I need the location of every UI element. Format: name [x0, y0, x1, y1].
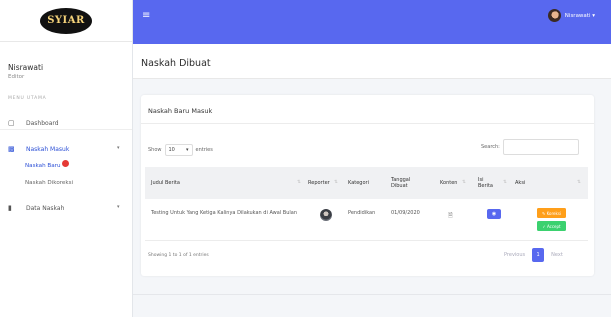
accept-button[interactable]: ✓ Accept: [537, 221, 566, 231]
sidebar-item-dashboard[interactable]: ▢ Dashboard: [8, 119, 59, 127]
user-block: Nisrawati Editor: [0, 42, 132, 130]
koreksi-label: Koreksi: [546, 210, 562, 216]
cell-tanggal: 01/09/2020: [391, 210, 420, 216]
sort-icon[interactable]: ⇅: [334, 180, 338, 185]
column-judul-berita[interactable]: Judul Berita: [151, 167, 180, 199]
table-row: Testing Untuk Yang Ketiga Kalinya Dilaku…: [145, 199, 588, 241]
search-control: Search:: [481, 139, 579, 155]
notification-badge: [61, 160, 69, 167]
avatar: [547, 9, 561, 22]
sidebar-subitem-naskah-baru[interactable]: Naskah Baru: [25, 160, 69, 169]
sidebar-item-data-naskah[interactable]: ▮ Data Naskah: [8, 204, 64, 212]
column-label: Aksi: [515, 179, 526, 186]
column-label: Kategori: [348, 179, 369, 186]
chevron-down-icon[interactable]: ▾: [117, 145, 120, 151]
page-header: Naskah Dibuat: [133, 44, 611, 79]
previous-button[interactable]: Previous: [504, 252, 525, 258]
show-label: Show: [148, 147, 162, 153]
file-icon[interactable]: 🗎: [448, 211, 453, 221]
pagination: Previous 1 Next: [504, 248, 563, 262]
hamburger-icon[interactable]: ≡: [142, 10, 150, 21]
sidebar-subitem-label: Naskah Baru: [25, 163, 61, 169]
sort-icon[interactable]: ⇅: [503, 180, 507, 185]
cell-kategori: Pendidikan: [348, 210, 376, 216]
pagination-info: Showing 1 to 1 of 1 entries: [148, 253, 209, 258]
page-number-button[interactable]: 1: [532, 248, 545, 262]
sort-icon[interactable]: ⇅: [577, 180, 581, 185]
sidebar-item-naskah-masuk[interactable]: ▩ Naskah Masuk: [8, 145, 69, 153]
column-konten[interactable]: Konten: [440, 167, 457, 199]
footer-divider: [133, 294, 611, 295]
koreksi-button[interactable]: ✎ Koreksi: [537, 208, 566, 218]
inbox-icon: ▩: [8, 145, 15, 153]
column-label: Isi Berita: [478, 176, 493, 190]
column-aksi[interactable]: Aksi: [515, 167, 525, 199]
card-title: Naskah Baru Masuk: [148, 107, 213, 115]
sidebar: SYIAR Nisrawati Editor MENU UTAMA ▢ Dash…: [0, 0, 133, 317]
user-role: Editor: [8, 74, 25, 80]
eye-icon: ◉: [491, 211, 497, 217]
next-button[interactable]: Next: [551, 252, 563, 258]
brand-logo[interactable]: SYIAR: [40, 7, 92, 34]
top-navbar: ≡ Nisrawati ▾: [133, 0, 611, 44]
sidebar-subitem-naskah-dikoreksi[interactable]: Naskah Dikoreksi: [25, 180, 73, 186]
menu-heading: MENU UTAMA: [8, 96, 47, 101]
sidebar-item-label: Naskah Masuk: [26, 145, 70, 153]
column-label: Reporter: [308, 179, 330, 186]
card-divider: [141, 123, 594, 124]
search-label: Search:: [481, 144, 500, 150]
naskah-card: Naskah Baru Masuk Show 10 ▾ entries Sear…: [141, 95, 594, 276]
brand-logo-text: SYIAR: [47, 15, 85, 26]
user-menu-label: Nisrawati ▾: [564, 12, 595, 19]
sidebar-subitem-label: Naskah Dikoreksi: [25, 180, 74, 186]
user-name: Nisrawati: [8, 63, 44, 72]
sidebar-item-label: Data Naskah: [26, 204, 65, 212]
user-menu[interactable]: Nisrawati ▾: [547, 9, 595, 22]
column-kategori[interactable]: Kategori: [348, 167, 369, 199]
reporter-avatar: [320, 209, 332, 221]
entries-label: entries: [195, 147, 213, 153]
view-button[interactable]: ◉: [487, 209, 501, 219]
document-icon: ▮: [8, 204, 12, 212]
column-tanggal-dibuat[interactable]: Tanggal Dibuat: [391, 167, 421, 199]
cell-judul: Testing Untuk Yang Ketiga Kalinya Dilaku…: [151, 210, 298, 216]
table-header: Judul Berita ⇅ Reporter ⇅ Kategori Tangg…: [145, 167, 588, 199]
column-label: Tanggal Dibuat: [391, 176, 411, 190]
page-title: Naskah Dibuat: [141, 58, 211, 69]
chevron-down-icon: ▾: [185, 147, 189, 153]
monitor-icon: ▢: [8, 119, 15, 127]
column-label: Judul Berita: [151, 179, 180, 186]
column-isi-berita[interactable]: Isi Berita: [478, 167, 500, 199]
accept-label: Accept: [546, 223, 561, 229]
logo-area: SYIAR: [0, 0, 132, 42]
search-input[interactable]: [502, 139, 579, 155]
chevron-down-icon[interactable]: ▾: [117, 204, 120, 210]
sort-icon[interactable]: ⇅: [297, 180, 301, 185]
sidebar-item-label: Dashboard: [26, 119, 59, 127]
sort-icon[interactable]: ⇅: [462, 180, 466, 185]
column-label: Konten: [440, 179, 458, 186]
entries-control: Show 10 ▾ entries: [148, 144, 213, 156]
entries-select[interactable]: 10 ▾: [164, 144, 193, 156]
entries-value: 10: [168, 147, 175, 153]
column-reporter[interactable]: Reporter: [308, 167, 330, 199]
